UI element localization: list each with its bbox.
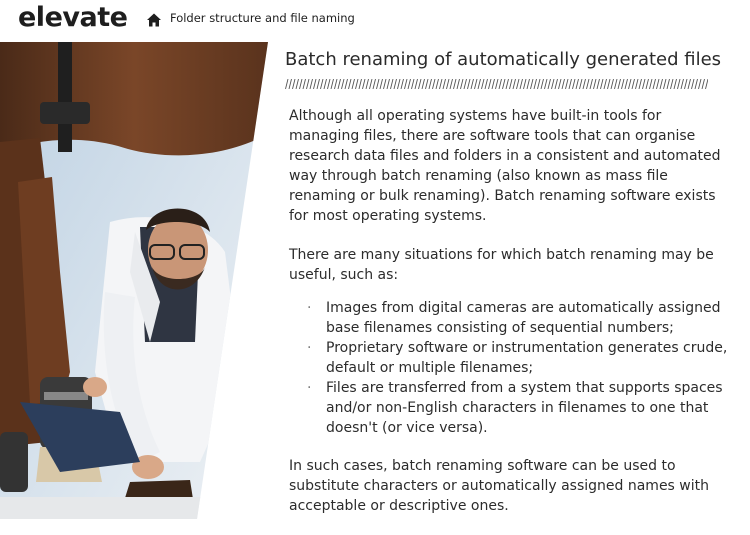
hero-photo [0,42,268,519]
intro-paragraph: Although all operating systems have buil… [289,108,721,224]
list-item: · Proprietary software or instrumentatio… [307,338,729,378]
bullet-marker: · [307,380,312,396]
bullet-marker: · [307,340,312,356]
situations-list: · Images from digital cameras are automa… [289,298,729,438]
list-item-text: Proprietary software or instrumentation … [326,340,728,376]
breadcrumb[interactable]: Folder structure and file naming [170,11,355,25]
list-item: · Images from digital cameras are automa… [307,298,729,338]
page-title: Batch renaming of automatically generate… [285,49,722,70]
conclusion-paragraph: In such cases, batch renaming software c… [289,458,710,514]
lead-paragraph: There are many situations for which batc… [289,247,714,283]
home-icon[interactable] [146,12,162,28]
bullet-marker: · [307,300,312,316]
list-item-text: Files are transferred from a system that… [326,380,723,436]
article-body: Although all operating systems have buil… [289,106,729,535]
list-item: · Files are transferred from a system th… [307,378,729,438]
title-hatch-rule [285,79,708,89]
top-bar: elevate Folder structure and file naming [0,0,750,40]
elevate-logo[interactable]: elevate [18,2,128,33]
list-item-text: Images from digital cameras are automati… [326,300,721,336]
